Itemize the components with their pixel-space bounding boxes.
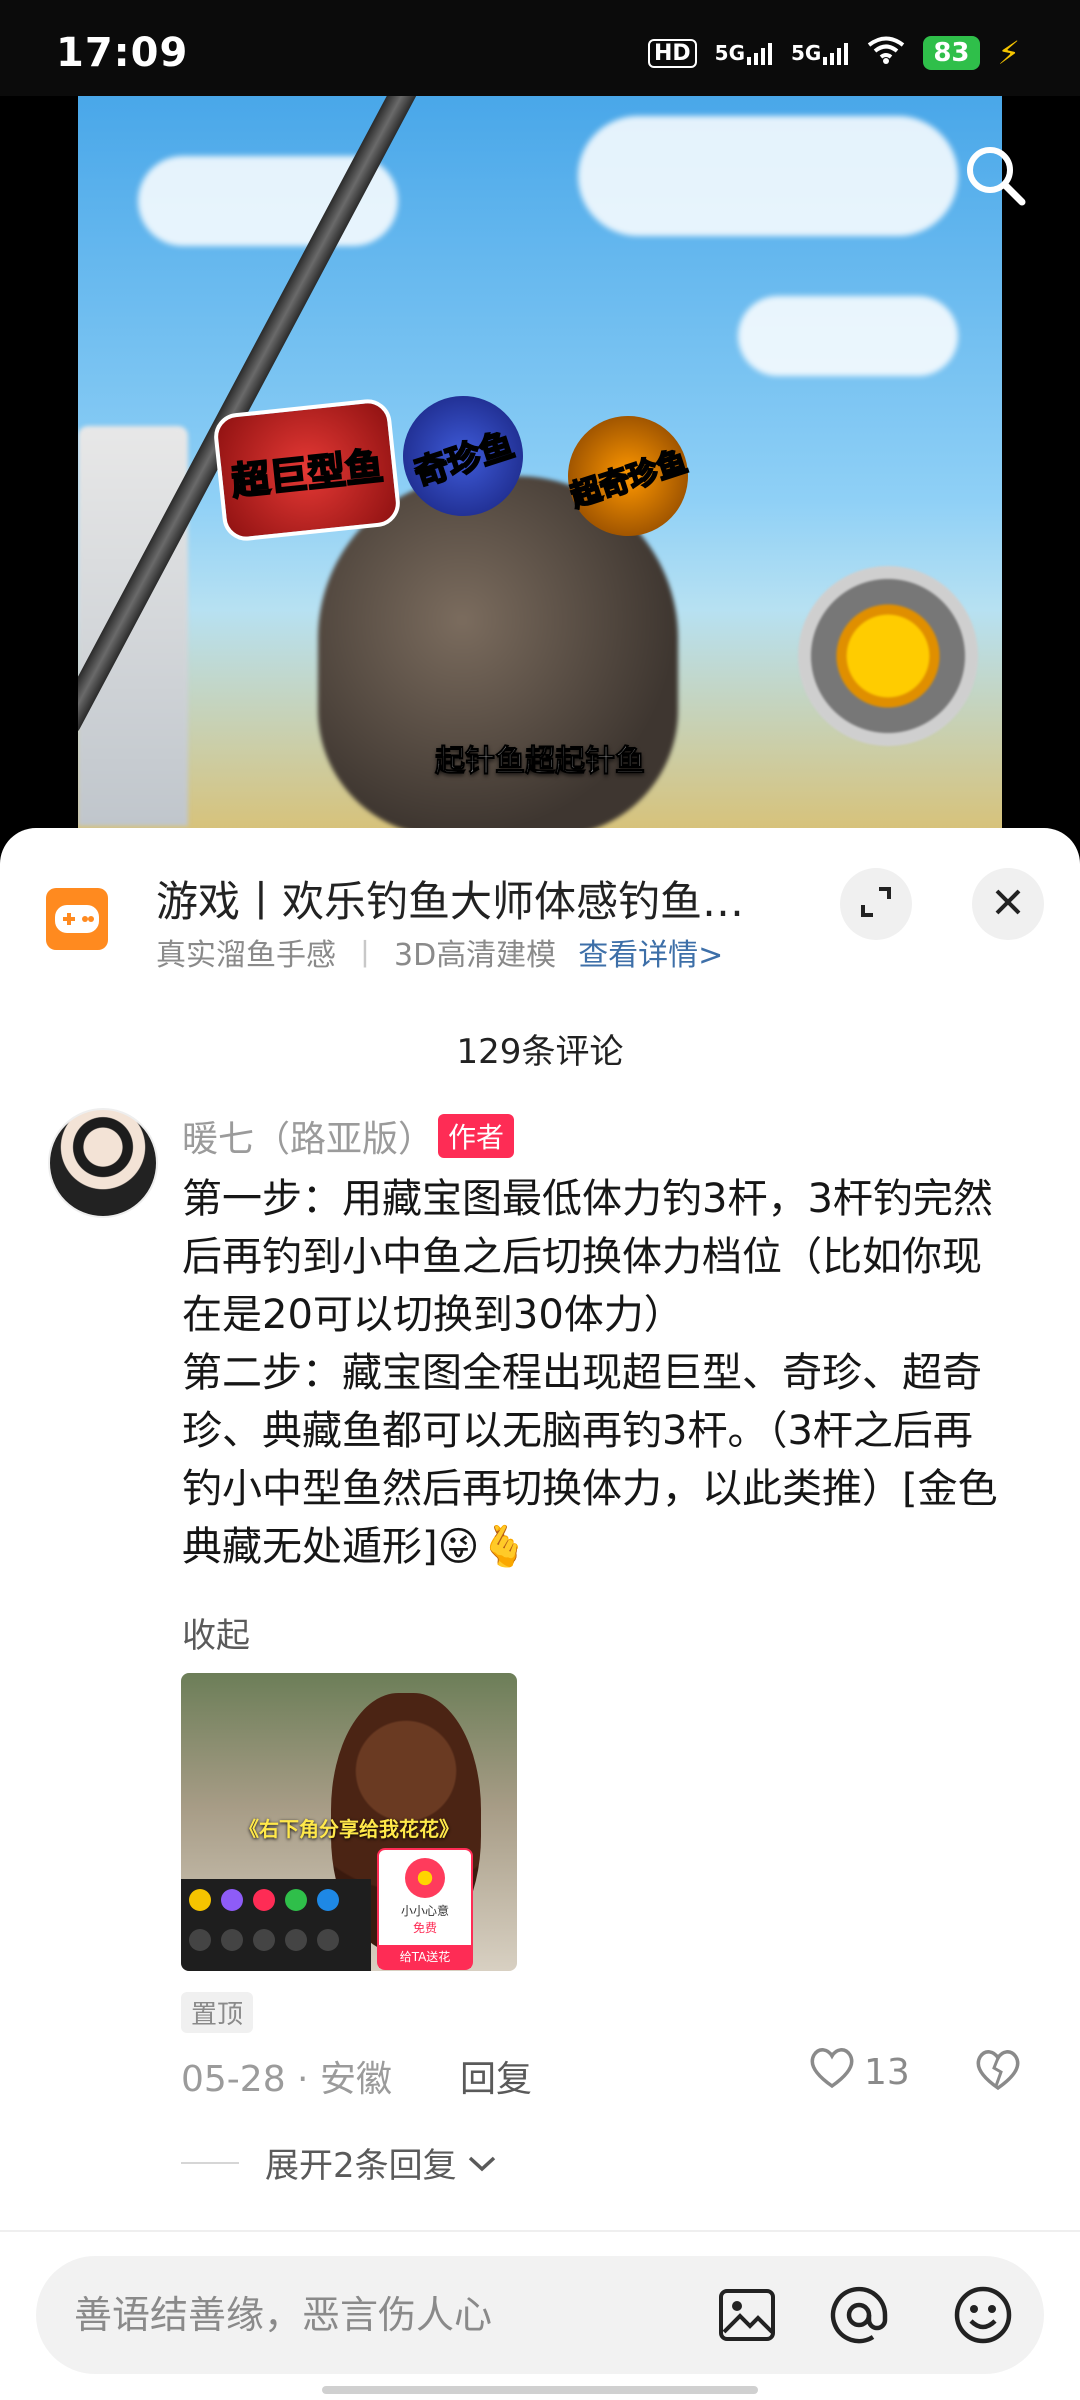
close-button[interactable]: [972, 868, 1044, 940]
comment-input-bar: [36, 2256, 1044, 2374]
expand-replies-button[interactable]: 展开2条回复: [181, 2138, 497, 2187]
status-icons: HD 5G 5G 83 ⚡: [647, 34, 1020, 72]
like-count: 13: [864, 2052, 910, 2093]
expand-icon: [859, 885, 893, 923]
panel-dot: [285, 1889, 307, 1911]
comment-image[interactable]: 《右下角分享给我花花》 小小心意 免费 给TA送花: [181, 1673, 517, 1971]
panel-dot: [253, 1889, 275, 1911]
comment-count: 129条评论: [456, 1032, 624, 1072]
panel-dot: [221, 1929, 243, 1951]
comment-input[interactable]: [72, 2284, 696, 2346]
gamepad-icon[interactable]: [46, 888, 108, 950]
broken-heart-icon: [974, 2050, 1022, 2096]
image-caption: 《右下角分享给我花花》: [239, 1817, 459, 1841]
view-details-link[interactable]: 查看详情>: [578, 938, 723, 973]
signal-5g-icon: 5G: [715, 41, 773, 65]
collapse-button[interactable]: 收起: [182, 1608, 250, 1657]
panel-dot: [285, 1929, 307, 1951]
gift-card-sub: 免费: [412, 1921, 437, 1935]
charging-icon: ⚡: [997, 34, 1020, 72]
close-icon: [992, 886, 1024, 922]
signal-5g-icon: 5G: [791, 41, 849, 65]
author-badge: 作者: [438, 1114, 515, 1158]
panel-dot: [189, 1929, 211, 1951]
gift-card: 小小心意 免费 给TA送花: [377, 1848, 473, 1970]
expand-replies-label: 展开2条回复: [265, 2146, 457, 2186]
chevron-down-icon: [467, 2143, 497, 2183]
status-time: 17:09: [56, 30, 189, 76]
flower-icon: [405, 1858, 445, 1898]
comment-sheet: 游戏丨欢乐钓鱼大师体感钓鱼… 真实溜鱼手感丨 3D高清建模 查看详情> 129条评论…: [0, 828, 1080, 2400]
comment-text: 第一步：用藏宝图最低体力钓3杆，3杆钓完然后再钓到小中鱼之后切换体力档位（比如你…: [182, 1176, 998, 1570]
comment-date-location: 05-28 · 安徽: [181, 2059, 392, 2100]
like-button[interactable]: 13: [808, 2046, 910, 2099]
reply-button[interactable]: 回复: [460, 2050, 532, 2102]
panel-dot: [317, 1889, 339, 1911]
panel-dot: [317, 1929, 339, 1951]
comment-username[interactable]: 暖七（路亚版）: [182, 1110, 434, 1162]
gift-card-title: 小小心意: [400, 1904, 449, 1918]
video-player[interactable]: 超巨型鱼 奇珍鱼 超奇珍鱼 起针鱼超起针鱼: [78, 96, 1002, 830]
video-caption: 起针鱼超起针鱼: [435, 744, 646, 780]
search-icon[interactable]: [960, 140, 1030, 210]
game-tag: 真实溜鱼手感: [156, 938, 336, 973]
wifi-icon: [867, 36, 905, 71]
game-banner-subtitle: 真实溜鱼手感丨 3D高清建模 查看详情>: [156, 930, 723, 974]
avatar[interactable]: [48, 1108, 158, 1218]
at-icon[interactable]: [828, 2284, 890, 2346]
fishing-reel: [798, 566, 978, 746]
divider-line: [181, 2161, 239, 2164]
cloud: [738, 296, 958, 376]
divider: [0, 2230, 1080, 2232]
share-panel: [181, 1879, 371, 1971]
image-icon[interactable]: [716, 2284, 778, 2346]
heart-icon: [808, 2046, 856, 2099]
dislike-button[interactable]: [974, 2048, 1022, 2096]
panel-dot: [221, 1889, 243, 1911]
status-bar: 17:09 HD 5G 5G 83 ⚡: [0, 0, 1080, 96]
game-banner-title[interactable]: 游戏丨欢乐钓鱼大师体感钓鱼…: [156, 868, 786, 929]
hd-icon: HD: [647, 38, 697, 68]
pinned-badge: 置顶: [181, 1992, 254, 2033]
battery-icon: 83: [923, 36, 980, 70]
fish-badge-super-giant: 超巨型鱼: [211, 397, 403, 543]
panel-dot: [253, 1929, 275, 1951]
tag-separator: 丨: [350, 938, 380, 973]
cloud: [578, 116, 958, 236]
gift-card-button: 给TA送花: [379, 1945, 471, 1968]
game-tag: 3D高清建模: [394, 938, 557, 973]
expand-button[interactable]: [840, 868, 912, 940]
emoji-icon[interactable]: [952, 2284, 1014, 2346]
panel-dot: [189, 1889, 211, 1911]
home-indicator[interactable]: [322, 2386, 758, 2394]
